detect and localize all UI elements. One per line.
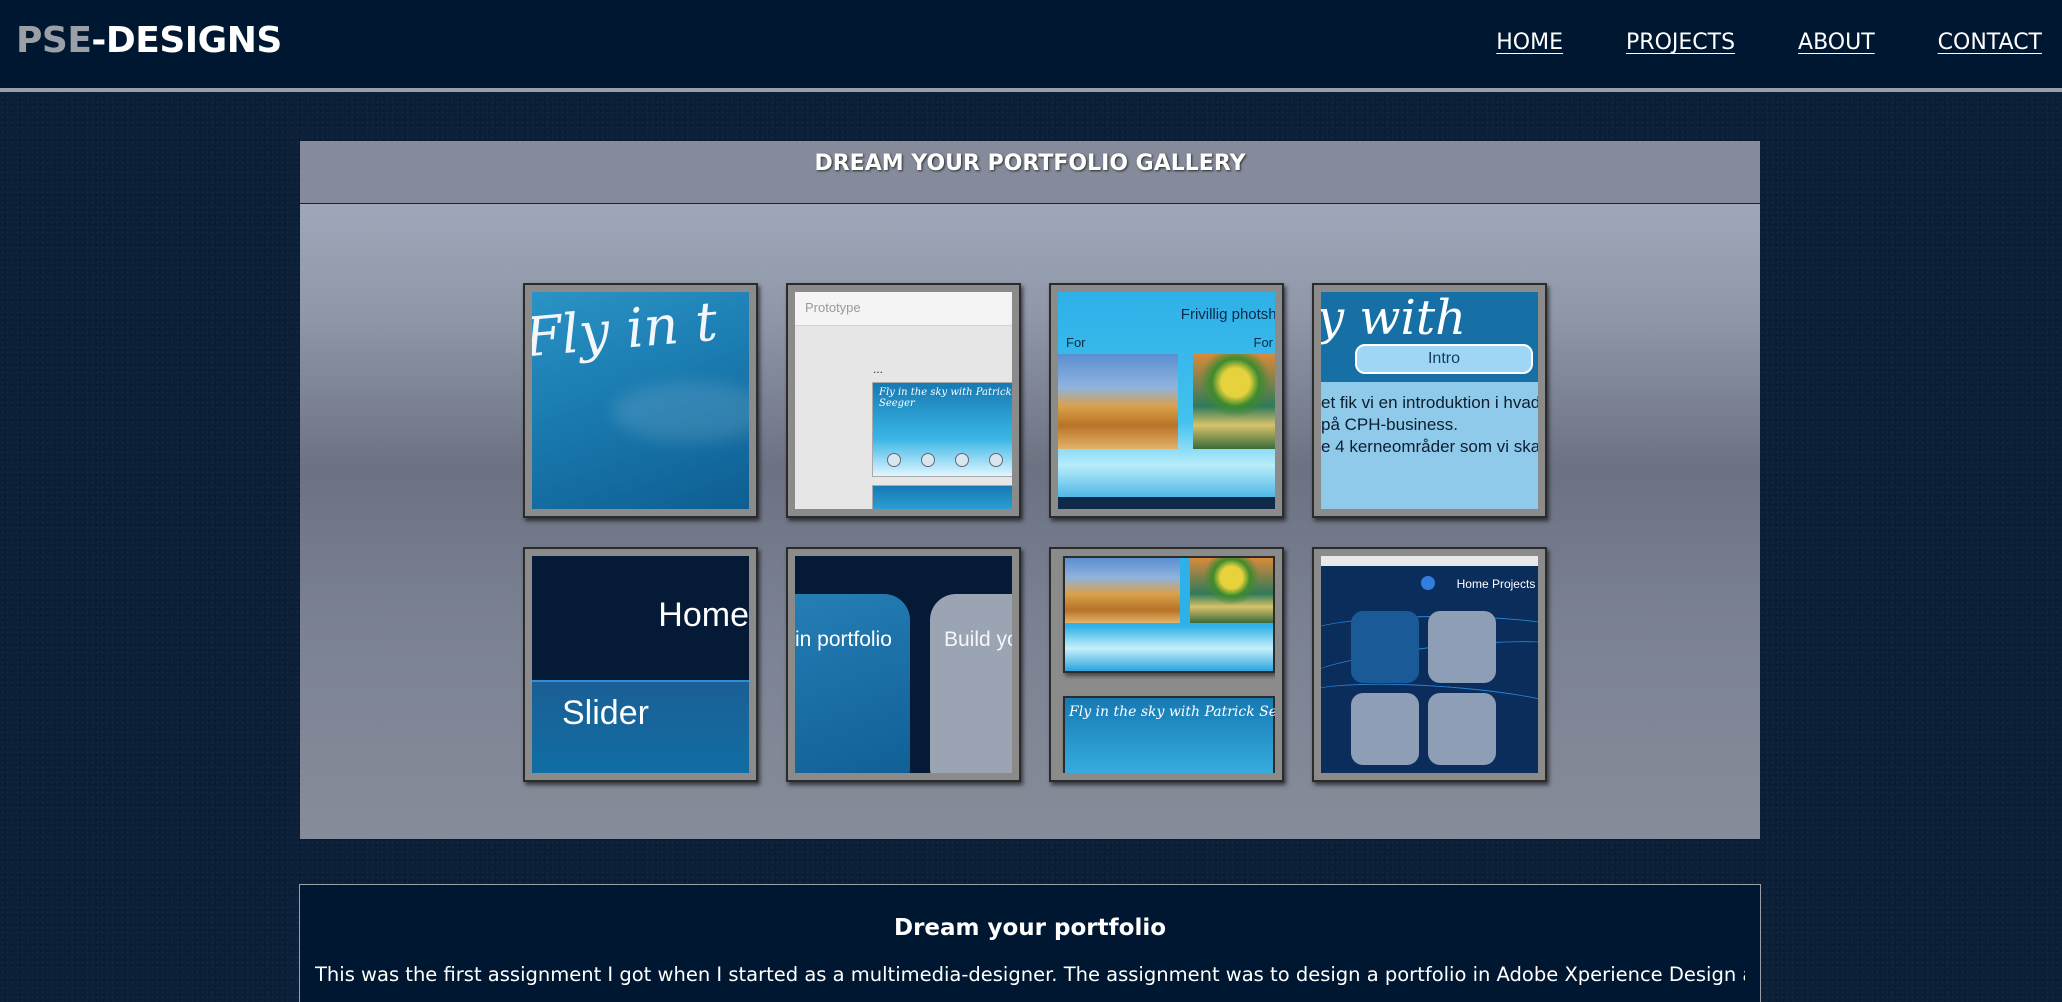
thumbnail-home-text: Home	[658, 596, 749, 634]
nav-projects-link[interactable]: PROJECTS	[1626, 30, 1735, 55]
nav-home-link[interactable]: HOME	[1496, 30, 1563, 55]
thumbnail-slider-text: Slider	[562, 694, 649, 732]
screen-caption: Fly in the sky with Patrick Seeger	[879, 387, 1012, 409]
thumbnail-nav: Home Projects A	[1456, 577, 1538, 591]
gallery-title: DREAM YOUR PORTFOLIO GALLERY	[814, 151, 1246, 176]
gallery-thumbnail[interactable]: Frivillig photshe For For	[1049, 283, 1284, 518]
thumbnail-card: in portfolio	[795, 594, 910, 773]
thumbnail-image: Fly in the sky with Patrick Seeger	[1058, 556, 1275, 773]
thumbnail-tile	[1428, 611, 1496, 683]
tree-image	[1193, 354, 1275, 449]
desert-image	[1065, 558, 1180, 623]
gallery-thumbnail[interactable]: Home Projects A	[1312, 547, 1547, 782]
card-label: Build yo	[944, 628, 1012, 651]
thumbnail-image: Home Projects A	[1321, 556, 1538, 773]
gallery-thumbnail[interactable]: Fly in t	[523, 283, 758, 518]
text-line: på CPH-business.	[1321, 415, 1459, 434]
card-label: in portfolio	[795, 628, 892, 651]
thumbnail-label: For	[1253, 335, 1274, 350]
prototype-screen: Fly in the sky with Patrick Seeger	[872, 382, 1012, 477]
preview-caption: Fly in the sky with Patrick Seeger	[1069, 704, 1275, 720]
gallery-thumbnail[interactable]: Prototype ... Fly in the sky with Patric…	[786, 283, 1021, 518]
site-header: PSE-DESIGNS HOME PROJECTS ABOUT CONTACT	[0, 0, 2062, 92]
nav-contact-link[interactable]: CONTACT	[1938, 30, 2042, 55]
text-line: e 4 kerneområder som vi ska	[1321, 437, 1538, 456]
thumbnail-card: Build yo	[930, 594, 1012, 773]
portfolio-gallery: DREAM YOUR PORTFOLIO GALLERY Fly in t Pr…	[300, 141, 1760, 839]
gallery-thumbnail[interactable]: y with Intro et fik vi en introduktion i…	[1312, 283, 1547, 518]
description-body: This was the first assignment I got when…	[315, 963, 1745, 986]
description-heading: Dream your portfolio	[893, 915, 1167, 941]
logo-dot	[1421, 576, 1435, 590]
desert-image	[1058, 354, 1178, 449]
thumbnail-text: et fik vi en introduktion i hvad på CPH-…	[1321, 392, 1538, 458]
thumbnail-tile	[1351, 693, 1419, 765]
prototype-screen	[872, 485, 1012, 509]
thumbnail-tile	[1428, 693, 1496, 765]
thumbnail-topbar	[1321, 556, 1538, 566]
gallery-thumbnail[interactable]: Home Slider	[523, 547, 758, 782]
thumbnail-image: Frivillig photshe For For	[1058, 292, 1275, 509]
thumbnail-label: For	[1066, 335, 1086, 350]
nav-about-link[interactable]: ABOUT	[1798, 30, 1875, 55]
more-dots: ...	[873, 362, 884, 376]
cloud-shape	[612, 382, 749, 442]
thumbnail-image: Prototype ... Fly in the sky with Patric…	[795, 292, 1012, 509]
nested-preview: Fly in the sky with Patrick Seeger	[1063, 696, 1275, 773]
thumbnail-image: y with Intro et fik vi en introduktion i…	[1321, 292, 1538, 509]
prototype-label: Prototype	[805, 300, 861, 315]
intro-button: Intro	[1355, 344, 1533, 374]
gallery-thumbnail[interactable]: Fly in the sky with Patrick Seeger	[1049, 547, 1284, 782]
tree-image	[1190, 558, 1273, 623]
thumbnail-footer	[1058, 497, 1275, 509]
thumbnail-heading: Frivillig photshe	[1180, 306, 1275, 323]
ball-icon	[887, 453, 901, 467]
prototype-bar: Prototype	[795, 292, 1012, 326]
project-description: Dream your portfolio This was the first …	[299, 884, 1761, 1002]
gallery-header: DREAM YOUR PORTFOLIO GALLERY	[300, 141, 1760, 204]
ball-icon	[921, 453, 935, 467]
main-nav: HOME PROJECTS ABOUT CONTACT	[1433, 30, 2042, 55]
site-logo[interactable]: PSE-DESIGNS	[16, 20, 282, 61]
script-text: Fly in t	[532, 292, 720, 370]
thumbnail-tile	[1351, 611, 1419, 683]
nested-preview	[1063, 556, 1275, 673]
text-line: et fik vi en introduktion i hvad	[1321, 393, 1538, 412]
thumbnail-image: in portfolio Build yo	[795, 556, 1012, 773]
logo-suffix: -DESIGNS	[91, 20, 282, 61]
thumbnail-image: Home Slider	[532, 556, 749, 773]
ball-icon	[989, 453, 1003, 467]
ball-icon	[955, 453, 969, 467]
logo-prefix: PSE	[16, 20, 92, 61]
script-text: y with	[1321, 292, 1467, 346]
thumbnail-image: Fly in t	[532, 292, 749, 509]
gallery-thumbnail[interactable]: in portfolio Build yo	[786, 547, 1021, 782]
